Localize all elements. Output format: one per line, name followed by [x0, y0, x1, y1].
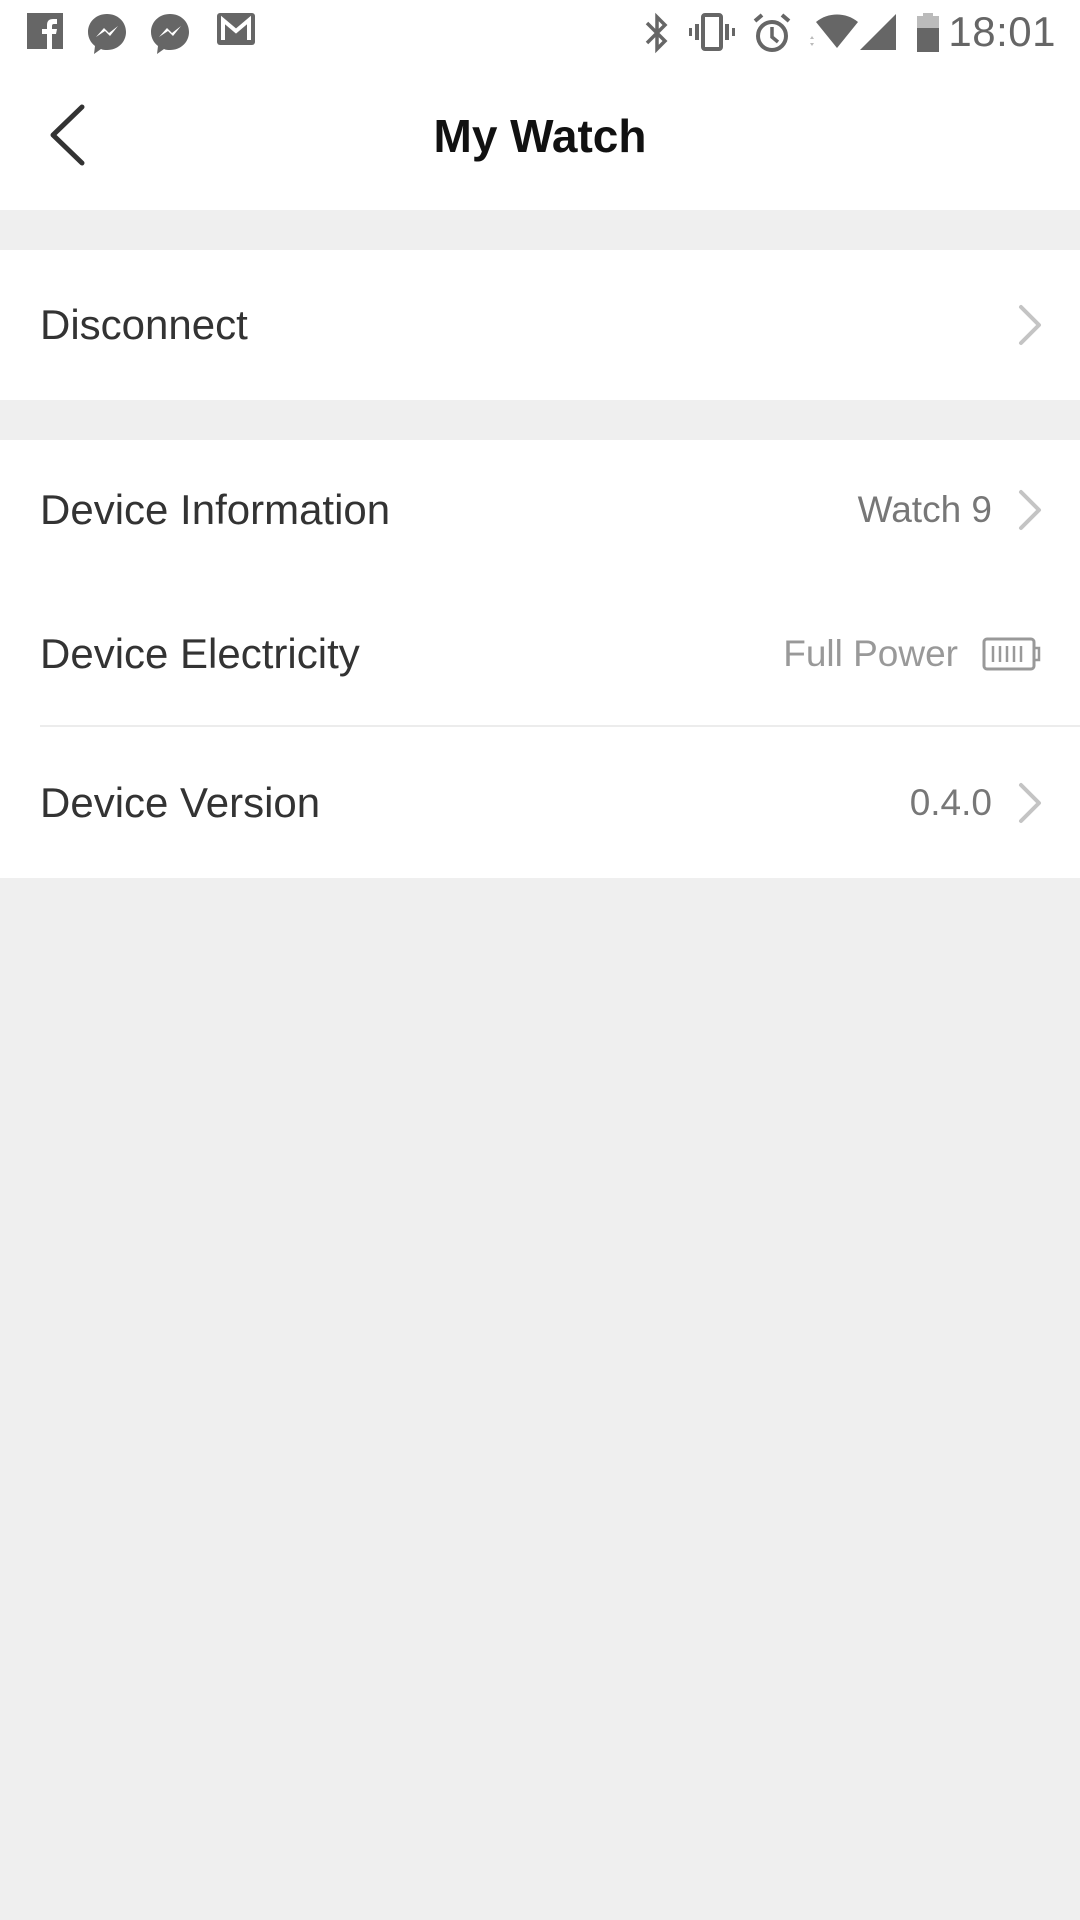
device-version-label: Device Version [40, 778, 321, 826]
device-electricity-value: Full Power [783, 632, 958, 674]
page-title: My Watch [433, 110, 647, 162]
device-information-label: Device Information [40, 486, 391, 533]
device-version-value: 0.4.0 [909, 781, 992, 823]
battery-icon [917, 13, 939, 52]
settings-group-connection: Disconnect [0, 250, 1080, 400]
messenger-icon [88, 14, 126, 54]
device-information-value: Watch 9 [857, 489, 992, 530]
app-header: My Watch [0, 65, 1080, 210]
disconnect-row[interactable]: Disconnect [0, 250, 1080, 400]
wifi-icon [810, 14, 858, 48]
cell-signal-icon [860, 14, 896, 50]
device-electricity-label: Device Electricity [40, 629, 360, 677]
battery-full-icon [982, 637, 1041, 670]
chevron-right-icon [1019, 782, 1041, 823]
facebook-icon [27, 13, 63, 49]
gmail-icon [217, 13, 255, 45]
clock: 18:01 [948, 8, 1056, 55]
disconnect-label: Disconnect [40, 301, 248, 348]
vibrate-icon [689, 13, 735, 51]
status-bar: 18:01 [0, 0, 1080, 65]
bluetooth-icon [645, 12, 668, 54]
device-information-row[interactable]: Device Information Watch 9 [0, 440, 1080, 580]
chevron-right-icon [1019, 490, 1041, 530]
device-electricity-row[interactable]: Device Electricity Full Power [0, 580, 1080, 727]
messenger-icon [151, 14, 189, 54]
device-version-row[interactable]: Device Version 0.4.0 [0, 727, 1080, 878]
settings-group-device: Device Information Watch 9 Device Electr… [0, 440, 1080, 878]
chevron-right-icon [1019, 305, 1041, 345]
alarm-icon [753, 13, 791, 52]
